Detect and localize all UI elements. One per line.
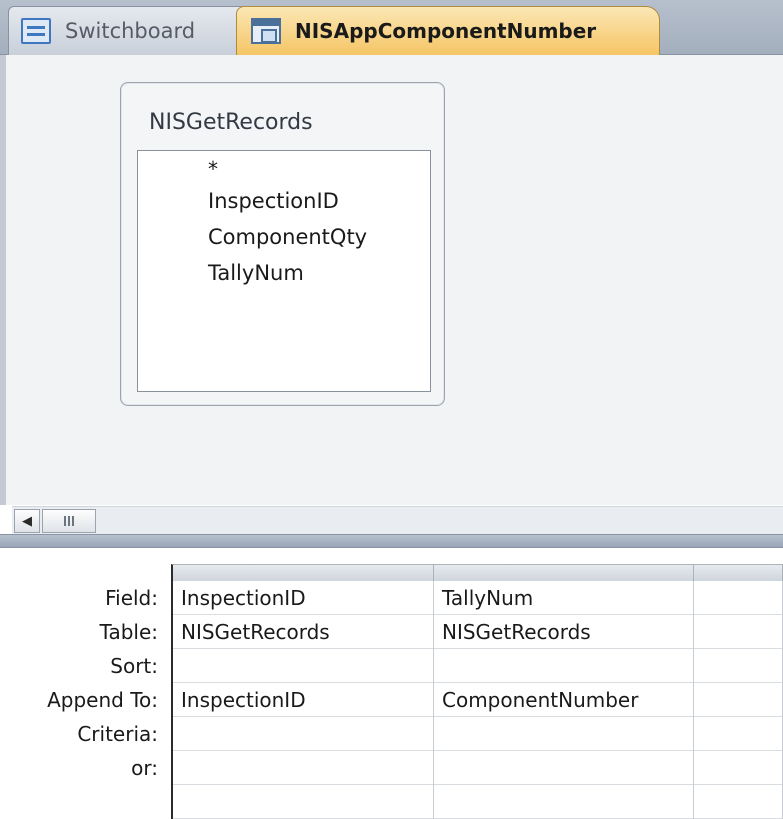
scroll-left-arrow-icon[interactable]: ◀ [14, 509, 40, 533]
pane-splitter[interactable] [0, 534, 783, 548]
row-label-sort: Sort: [110, 654, 158, 678]
grid-cell[interactable] [694, 615, 783, 649]
grid-cell[interactable] [173, 785, 434, 819]
field-list-box[interactable]: * InspectionID ComponentQty TallyNum [137, 150, 431, 392]
grid-cell[interactable] [694, 717, 783, 751]
column-selector-3[interactable] [694, 565, 783, 581]
grid-row-field: InspectionID TallyNum [173, 581, 783, 615]
field-list-title[interactable]: NISGetRecords [149, 110, 313, 135]
grid-cell[interactable] [694, 751, 783, 785]
design-grid: InspectionID TallyNum NISGetRecords NISG… [171, 564, 783, 819]
grid-cell[interactable]: ComponentNumber [434, 683, 694, 717]
grid-cell[interactable] [434, 785, 694, 819]
grip-icon [68, 516, 70, 526]
grid-cell[interactable] [173, 751, 434, 785]
grid-cell[interactable] [694, 683, 783, 717]
grid-row-extra [173, 785, 783, 819]
grid-cell[interactable] [173, 649, 434, 683]
grid-cell[interactable]: NISGetRecords [173, 615, 434, 649]
grid-cell[interactable] [434, 649, 694, 683]
scroll-thumb[interactable] [42, 509, 96, 533]
column-selector-2[interactable] [434, 565, 694, 581]
document-tab-strip: Switchboard NISAppComponentNumber [0, 0, 783, 55]
grid-row-sort [173, 649, 783, 683]
grid-cell[interactable]: InspectionID [173, 683, 434, 717]
column-selector-1[interactable] [173, 565, 434, 581]
grid-row-table: NISGetRecords NISGetRecords [173, 615, 783, 649]
append-query-icon [251, 18, 281, 44]
query-design-table-pane[interactable]: NISGetRecords * InspectionID ComponentQt… [0, 55, 783, 534]
row-label-table: Table: [99, 620, 158, 644]
grid-row-criteria [173, 717, 783, 751]
field-item-componentqty[interactable]: ComponentQty [208, 219, 430, 255]
row-label-append-to: Append To: [47, 688, 158, 712]
horizontal-scrollbar[interactable]: ◀ [12, 506, 783, 534]
grid-body: InspectionID TallyNum NISGetRecords NISG… [173, 581, 783, 819]
grid-cell[interactable] [694, 581, 783, 615]
grid-cell[interactable] [434, 717, 694, 751]
grid-row-labels: Field: Table: Sort: Append To: Criteria:… [0, 581, 162, 785]
grid-cell[interactable]: TallyNum [434, 581, 694, 615]
grid-column-selectors [173, 565, 783, 581]
tab-switchboard-label: Switchboard [65, 19, 196, 43]
grid-cell[interactable] [694, 649, 783, 683]
row-label-criteria: Criteria: [77, 722, 158, 746]
tab-switchboard[interactable]: Switchboard [8, 6, 248, 55]
query-design-grid-pane: Field: Table: Sort: Append To: Criteria:… [0, 548, 783, 819]
grid-row-or [173, 751, 783, 785]
field-item-all[interactable]: * [208, 155, 430, 183]
grid-row-append-to: InspectionID ComponentNumber [173, 683, 783, 717]
tab-query-label: NISAppComponentNumber [295, 19, 597, 43]
row-label-field: Field: [105, 586, 158, 610]
grid-cell[interactable] [434, 751, 694, 785]
tab-nisappcomponentnumber[interactable]: NISAppComponentNumber [236, 6, 660, 55]
grid-cell[interactable]: InspectionID [173, 581, 434, 615]
grip-icon [72, 516, 74, 526]
switchboard-form-icon [21, 18, 51, 44]
grid-cell[interactable]: NISGetRecords [434, 615, 694, 649]
grip-icon [64, 516, 66, 526]
field-item-tallynum[interactable]: TallyNum [208, 255, 430, 291]
row-label-or: or: [131, 756, 158, 780]
grid-cell[interactable] [694, 785, 783, 819]
grid-cell[interactable] [173, 717, 434, 751]
table-field-list-nisgetrecords[interactable]: NISGetRecords * InspectionID ComponentQt… [120, 82, 445, 406]
field-item-inspectionid[interactable]: InspectionID [208, 183, 430, 219]
